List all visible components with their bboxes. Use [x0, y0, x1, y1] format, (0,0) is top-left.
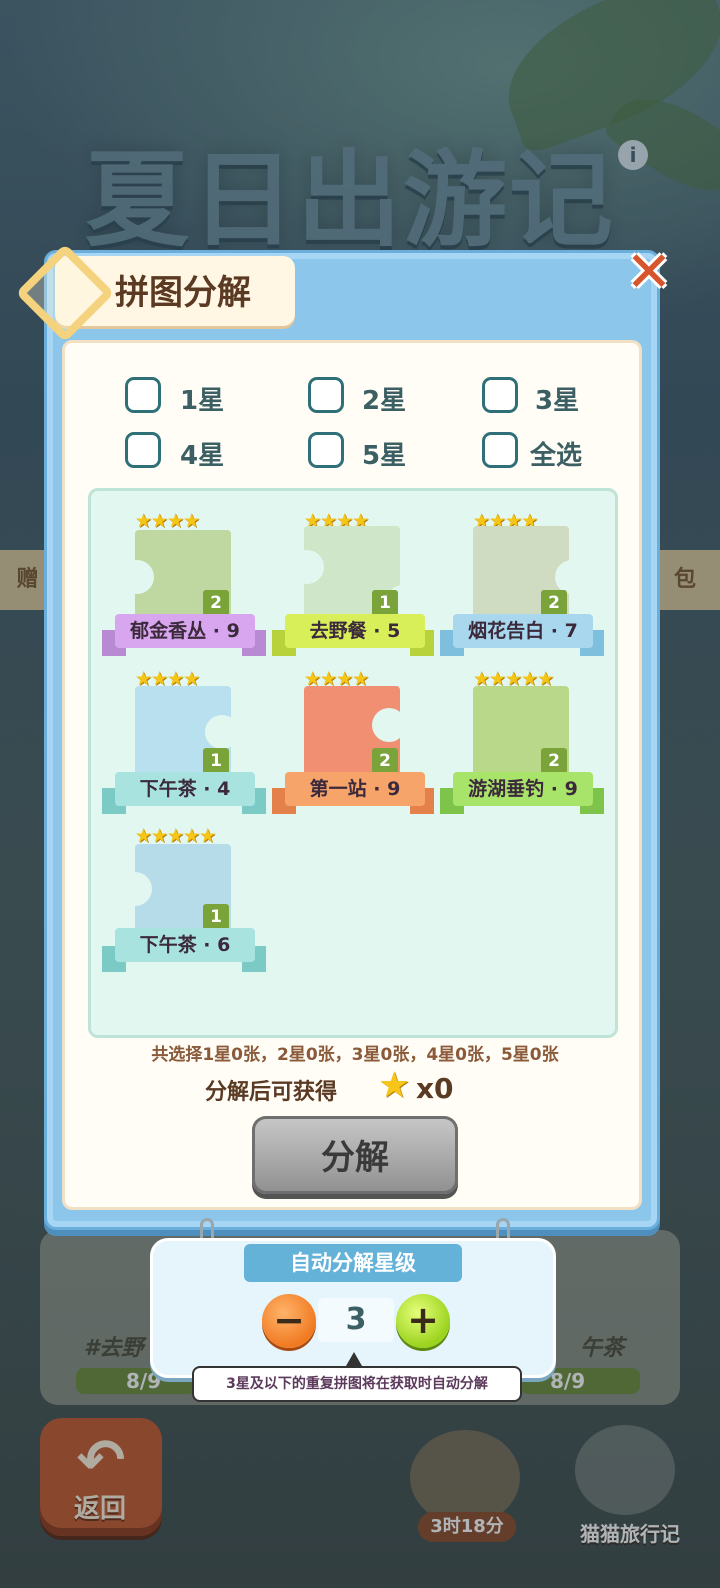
filter-label-4: 4星 [180, 441, 225, 471]
filter-checkbox-2[interactable] [308, 377, 344, 413]
puzzle-notch [555, 560, 589, 594]
selection-summary: 共选择1星0张，2星0张，3星0张，4星0张，5星0张 [151, 1045, 559, 1065]
minus-icon: − [273, 1298, 305, 1342]
piece-count-6: 2 [541, 748, 567, 774]
auto-title: 自动分解星级 [290, 1251, 416, 1275]
puzzle-notch [205, 715, 239, 749]
piece-count-2: 1 [372, 590, 398, 616]
puzzle-notch [290, 550, 324, 584]
filter-label-2: 2星 [362, 386, 407, 416]
piece-count-4: 1 [203, 748, 229, 774]
piece-name-1: 郁金香丛 · 9 [115, 614, 255, 648]
piece-count-5: 2 [372, 748, 398, 774]
star-icon: ★ [378, 1065, 411, 1106]
stars-1: ★★★★ [135, 510, 200, 532]
plus-icon: + [407, 1298, 439, 1342]
filter-label-1: 1星 [180, 386, 225, 416]
piece-name-4: 下午茶 · 4 [115, 772, 255, 806]
puzzle-notch [372, 708, 406, 742]
filter-label-3: 3星 [535, 386, 580, 416]
filter-checkbox-4[interactable] [125, 432, 161, 468]
piece-name-2: 去野餐 · 5 [285, 614, 425, 648]
piece-name-6: 游湖垂钓 · 9 [453, 772, 593, 806]
piece-count-7: 1 [203, 904, 229, 930]
decompose-label: 分解 [321, 1138, 389, 1178]
auto-tip: 3星及以下的重复拼图将在获取时自动分解 [192, 1366, 522, 1402]
puzzle-notch [120, 560, 154, 594]
puzzle-notch [118, 872, 152, 906]
tip-arrow [346, 1352, 362, 1366]
filter-checkbox-all[interactable] [482, 432, 518, 468]
filter-checkbox-1[interactable] [125, 377, 161, 413]
filter-checkbox-5[interactable] [308, 432, 344, 468]
gain-count: x0 [416, 1072, 454, 1105]
piece-name-3: 烟花告白 · 7 [453, 614, 593, 648]
close-icon[interactable]: ✕ [622, 245, 676, 301]
filter-label-all: 全选 [530, 441, 583, 471]
piece-count-1: 2 [203, 590, 229, 616]
filter-label-5: 5星 [362, 441, 407, 471]
piece-count-3: 2 [541, 590, 567, 616]
dialog-title: 拼图分解 [115, 273, 251, 313]
gain-label: 分解后可获得 [205, 1080, 338, 1105]
piece-name-7: 下午茶 · 6 [115, 928, 255, 962]
level-value: 3 [345, 1302, 367, 1337]
filter-checkbox-3[interactable] [482, 377, 518, 413]
piece-name-5: 第一站 · 9 [285, 772, 425, 806]
